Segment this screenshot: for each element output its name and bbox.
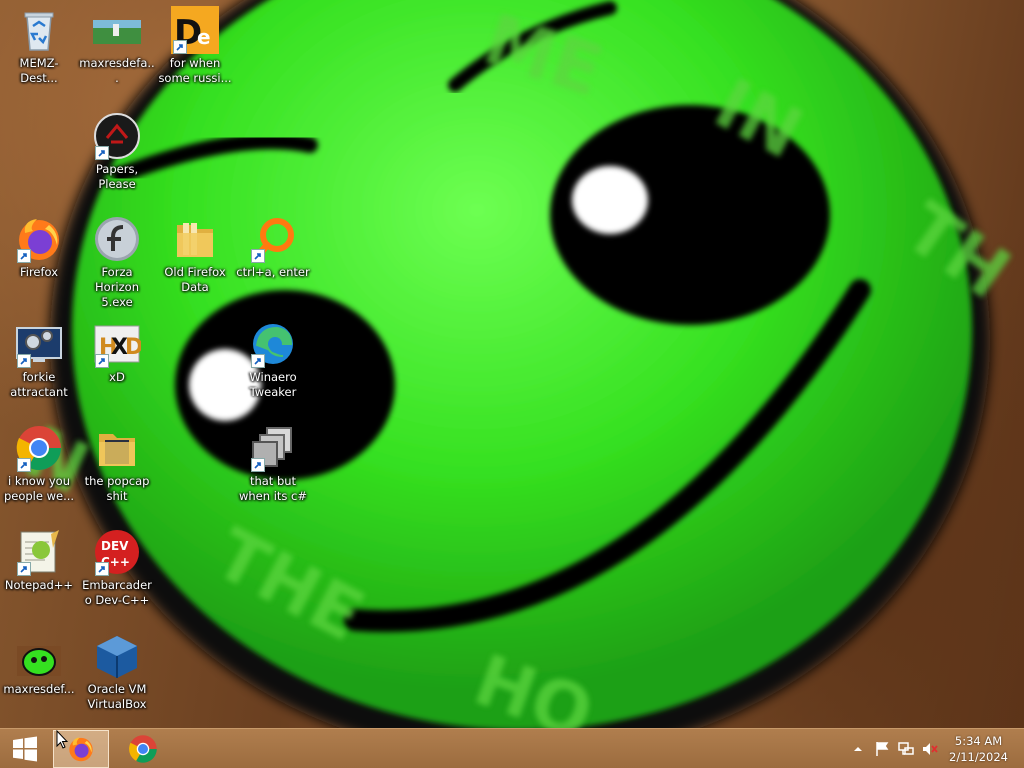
icon-label: i know you people we... [3,474,75,503]
shortcut-arrow-icon [95,354,109,368]
shortcut-arrow-icon [95,146,109,160]
action-center-button[interactable] [874,741,890,757]
folder-icon [177,223,213,257]
folder-icon [99,434,135,466]
volume-muted-icon [923,743,938,755]
icon-label: the popcap shit [84,474,150,503]
desktop-icon-virtualbox[interactable]: Oracle VM VirtualBox [78,632,156,712]
desktop-icon-maxresdef-face[interactable]: maxresdef... [0,632,78,697]
icon-label: Embarcadero Dev-C++ [82,578,152,607]
icon-label: forkie attractant [10,370,68,399]
icon-label: Firefox [19,265,59,279]
network-button[interactable] [898,741,914,757]
desktop-icon-firefox[interactable]: Firefox [0,215,78,280]
desktop-icon-old-firefox-data[interactable]: Old Firefox Data [156,215,234,295]
clock-date: 2/11/2024 [949,750,1008,764]
icon-label: Papers, Please [95,162,139,191]
shortcut-arrow-icon [17,249,31,263]
icon-label: Notepad++ [4,578,74,592]
flash-player-icon [95,217,139,261]
shortcut-arrow-icon [17,458,31,472]
desktop-icon-xd[interactable]: H X D xD [78,320,156,385]
svg-text:D: D [125,335,141,360]
shortcut-arrow-icon [17,562,31,576]
shortcut-arrow-icon [17,354,31,368]
icon-label: for when some russi... [158,56,232,85]
desktop-icon-forza-horizon[interactable]: Forza Horizon 5.exe [78,215,156,310]
clock-time: 5:34 AM [954,734,1003,748]
action-center-flag-icon [876,742,889,756]
virtualbox-icon [97,636,137,678]
desktop-icon-i-know-you-people[interactable]: i know you people we... [0,424,78,504]
desktop-icon-memz[interactable]: MEMZ-Dest... [0,6,78,86]
firefox-icon [69,737,93,762]
svg-text:e: e [197,25,211,49]
desktop-icon-winaero-tweaker[interactable]: Winaero Tweaker [234,320,312,400]
network-icon [898,742,914,755]
show-hidden-icons-button[interactable] [850,741,866,757]
windows-start-icon [13,736,37,762]
icon-label: Oracle VM VirtualBox [87,682,147,711]
chrome-icon [129,735,157,763]
shortcut-arrow-icon [251,458,265,472]
image-thumbnail-icon [93,20,141,44]
desktop-icon-devcpp[interactable]: DEV C++ Embarcadero Dev-C++ [78,528,156,608]
recycle-bin-icon [24,12,54,51]
icon-label: maxresdefa... [79,56,155,85]
shortcut-arrow-icon [95,562,109,576]
desktop-icon-popcap[interactable]: the popcap shit [78,424,156,504]
desktop-icon-for-when-some-russi[interactable]: D e for when some russi... [156,6,234,86]
icon-label: maxresdef... [3,682,75,696]
shortcut-arrow-icon [251,354,265,368]
icon-label: xD [109,370,125,384]
svg-text:DEV: DEV [101,539,129,553]
icon-label: ctrl+a, enter [236,265,310,279]
icon-label: Forza Horizon 5.exe [95,265,139,309]
start-button[interactable] [0,730,50,768]
mouse-cursor-icon [56,730,68,749]
desktop-icon-that-but-when-its-csharp[interactable]: that but when its c# [234,424,312,504]
desktop-icon-forkie-attractant[interactable]: forkie attractant [0,320,78,400]
desktop-icon-ctrl-a-enter[interactable]: ctrl+a, enter [234,215,312,280]
icon-label: MEMZ-Dest... [19,56,59,85]
show-hidden-icons-icon [854,747,862,751]
desktop[interactable]: ME IN TH THE HO N MEMZ-Dest... [0,0,1024,728]
taskbar: 5:34 AM 2/11/2024 [0,728,1024,768]
desktop-icon-maxresdefa[interactable]: maxresdefa... [78,6,156,86]
desktop-icon-notepadpp[interactable]: Notepad++ [0,528,78,593]
icon-label: Old Firefox Data [164,265,226,294]
desktop-icon-papers-please[interactable]: Papers, Please [78,112,156,192]
volume-button[interactable] [922,741,938,757]
shortcut-arrow-icon [251,249,265,263]
icon-label: that but when its c# [238,474,308,503]
taskbar-clock[interactable]: 5:34 AM 2/11/2024 [949,733,1008,765]
green-face-icon [17,646,61,676]
shortcut-arrow-icon [173,40,187,54]
taskbar-chrome-button[interactable] [114,730,172,768]
icon-label: Winaero Tweaker [249,370,297,399]
